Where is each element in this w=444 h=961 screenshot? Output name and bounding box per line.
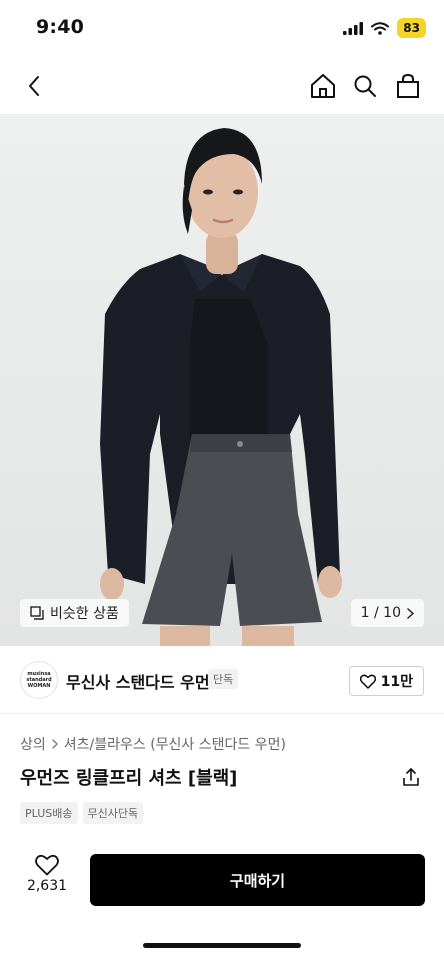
status-time: 9:40 xyxy=(36,16,85,38)
home-indicator xyxy=(143,943,301,948)
purchase-bar: 2,631 구매하기 xyxy=(0,846,444,920)
chevron-right-icon xyxy=(407,607,414,619)
brand-name-link[interactable]: 무신사 스탠다드 우먼 xyxy=(66,669,210,693)
brand-logo-line: WOMAN xyxy=(27,683,51,689)
shopping-bag-icon xyxy=(397,73,419,98)
heart-icon xyxy=(35,854,59,876)
product-tags: PLUS배송 무신사단독 xyxy=(20,802,144,824)
brand-row: musinsa standard WOMAN 무신사 스탠다드 우먼 단독 11… xyxy=(0,646,444,714)
chevron-right-icon xyxy=(52,739,58,749)
top-navigation xyxy=(0,56,444,114)
buy-button[interactable]: 구매하기 xyxy=(90,854,425,906)
cellular-signal-icon xyxy=(343,21,364,35)
back-arrow-icon xyxy=(29,76,39,96)
share-button[interactable] xyxy=(398,764,424,790)
breadcrumb: 상의 셔츠/블라우스 (무신사 스탠다드 우먼) xyxy=(20,734,286,754)
search-button[interactable] xyxy=(345,66,385,106)
brand-like-count: 11만 xyxy=(380,674,413,690)
image-counter: 1 / 10 xyxy=(360,605,401,621)
heart-icon xyxy=(359,674,376,689)
share-icon xyxy=(403,768,419,786)
brand-like-button[interactable]: 11만 xyxy=(348,666,424,696)
product-image-carousel[interactable]: 비슷한 상품 1 / 10 xyxy=(0,114,444,646)
product-title-row: 우먼즈 링클프리 셔츠 [블랙] xyxy=(20,764,424,792)
similar-products-icon xyxy=(30,606,44,620)
wifi-icon xyxy=(371,21,390,35)
brand-logo[interactable]: musinsa standard WOMAN xyxy=(20,661,58,699)
musinsa-exclusive-badge: 무신사단독 xyxy=(82,802,144,824)
breadcrumb-category[interactable]: 상의 xyxy=(20,734,46,754)
image-counter-button[interactable]: 1 / 10 xyxy=(350,599,424,627)
wishlist-button[interactable]: 2,631 xyxy=(18,854,76,894)
home-icon xyxy=(311,74,335,98)
breadcrumb-subcategory[interactable]: 셔츠/블라우스 (무신사 스탠다드 우먼) xyxy=(64,734,286,754)
exclusive-badge: 단독 xyxy=(208,669,239,689)
back-button[interactable] xyxy=(14,66,54,106)
home-button[interactable] xyxy=(303,66,343,106)
product-photo xyxy=(0,114,444,646)
plus-delivery-badge: PLUS배송 xyxy=(20,802,78,824)
wishlist-count: 2,631 xyxy=(26,878,68,894)
product-title: 우먼즈 링클프리 셔츠 [블랙] xyxy=(20,768,238,789)
battery-indicator: 83 xyxy=(397,18,426,38)
status-bar: 9:40 83 xyxy=(0,0,444,56)
cart-button[interactable] xyxy=(388,66,428,106)
similar-products-label: 비슷한 상품 xyxy=(50,606,119,622)
similar-products-button[interactable]: 비슷한 상품 xyxy=(20,599,129,627)
search-icon xyxy=(354,75,376,97)
status-icons: 83 xyxy=(343,18,426,38)
